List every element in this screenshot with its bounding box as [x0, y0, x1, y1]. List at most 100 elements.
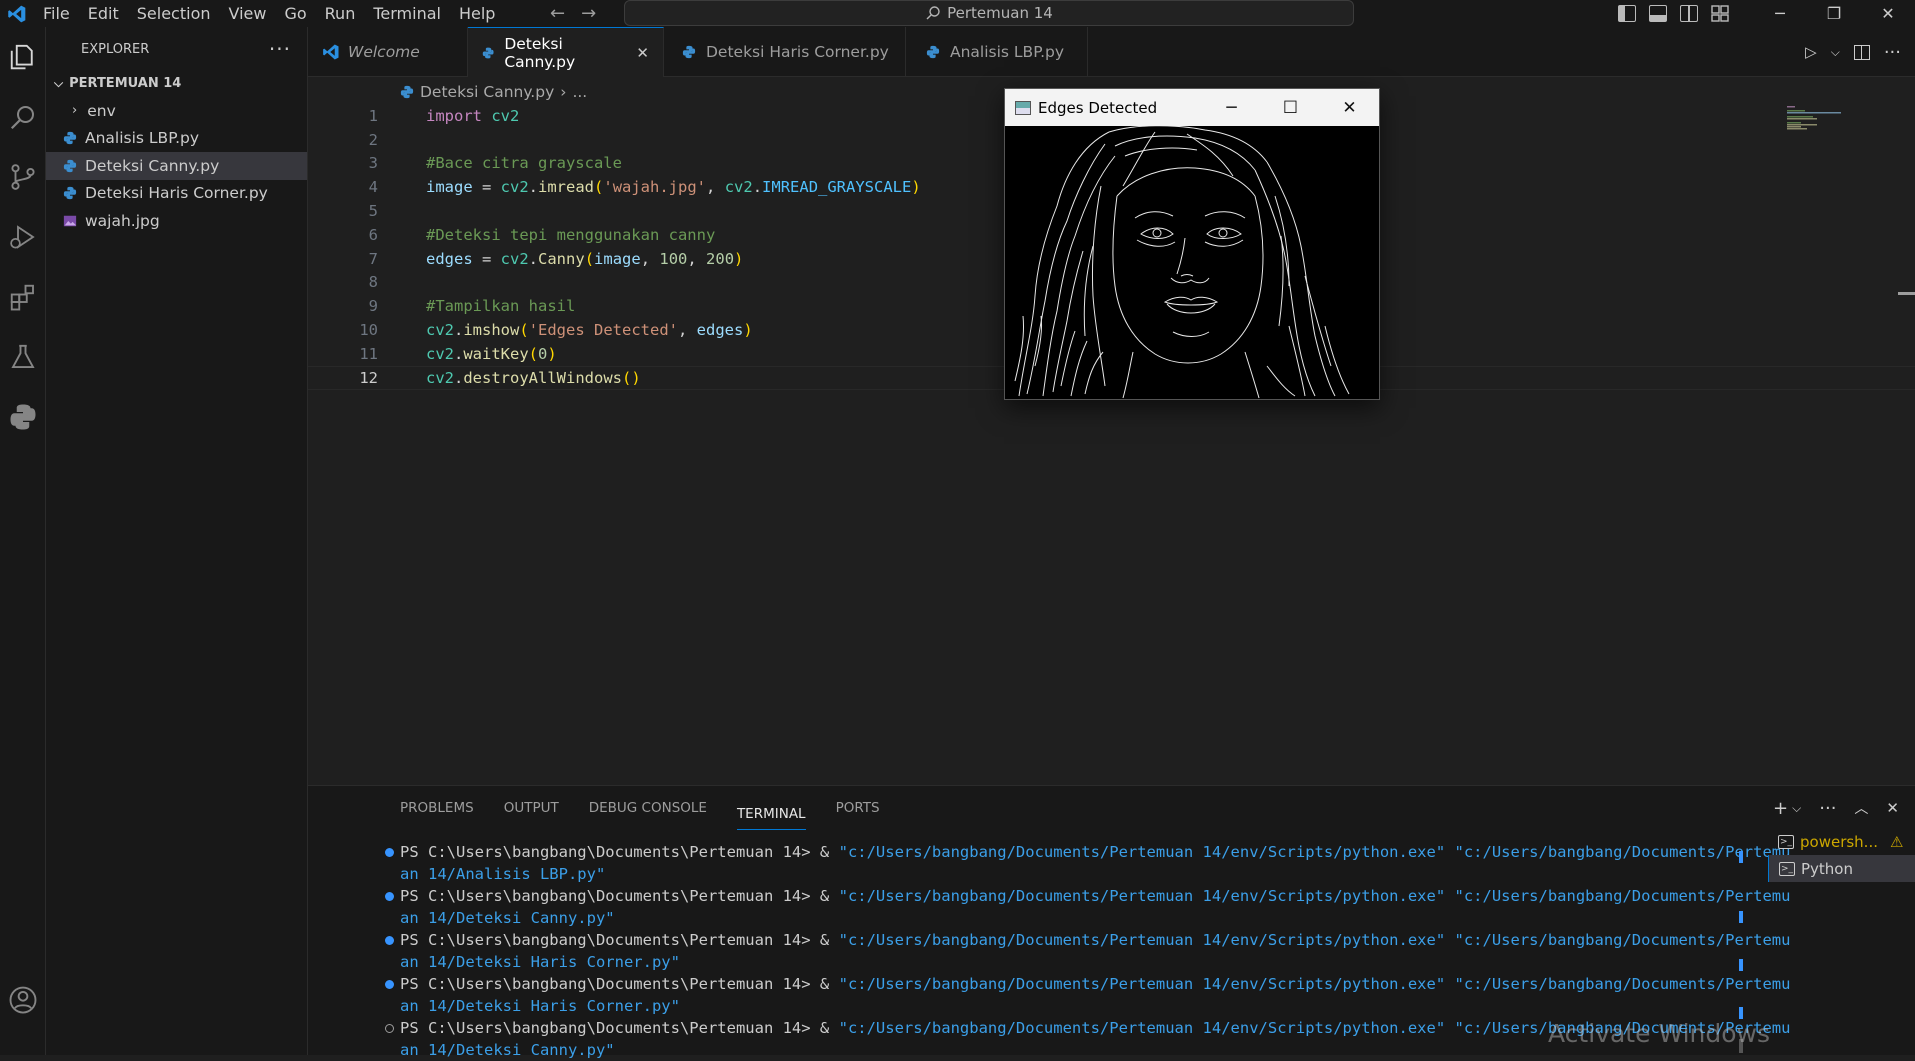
command-center-search[interactable]: Pertemuan 14: [624, 0, 1354, 26]
explorer-icon[interactable]: [0, 27, 46, 87]
tree-item-analisis-lbp[interactable]: Analisis LBP.py: [46, 125, 307, 153]
python-extension-icon[interactable]: [0, 387, 46, 447]
number-literal: 0: [538, 344, 548, 363]
tree-item-env[interactable]: › env: [46, 97, 307, 125]
terminal-command: "c:/Users/bangbang/Documents/Pertemuan 1…: [838, 931, 1791, 949]
tab-deteksi-haris[interactable]: Deteksi Haris Corner.py: [664, 27, 906, 77]
toggle-secondary-sidebar-icon[interactable]: [1680, 5, 1698, 22]
terminal-line: an 14/Deteksi Haris Corner.py": [400, 953, 680, 971]
search-activity-icon[interactable]: [0, 87, 46, 147]
tree-item-deteksi-canny[interactable]: Deteksi Canny.py: [46, 152, 307, 180]
variable: image: [426, 178, 473, 197]
explorer-sidebar: EXPLORER ··· ⌵ PERTEMUAN 14 › env Analis…: [46, 27, 308, 1055]
tab-welcome[interactable]: Welcome: [308, 27, 468, 77]
tab-output[interactable]: OUTPUT: [504, 786, 559, 830]
minimap[interactable]: [1785, 104, 1845, 144]
variable: edges: [426, 249, 473, 268]
terminal-line: PS C:\Users\bangbang\Documents\Pertemuan…: [308, 929, 1790, 951]
terminal-label: powersh...: [1800, 832, 1878, 851]
menu-view[interactable]: View: [220, 0, 276, 27]
tab-deteksi-canny[interactable]: Deteksi Canny.py ✕: [468, 27, 664, 77]
tab-analisis-lbp[interactable]: Analisis LBP.py: [906, 27, 1088, 77]
menu-edit[interactable]: Edit: [79, 0, 128, 27]
cv-maximize-button[interactable]: ☐: [1261, 98, 1320, 118]
close-tab-icon[interactable]: ✕: [636, 44, 649, 62]
maximize-panel-icon[interactable]: ︿: [1854, 798, 1868, 818]
function-name: destroyAllWindows: [463, 368, 622, 387]
terminal-prompt: PS C:\Users\bangbang\Documents\Pertemuan…: [400, 1019, 839, 1037]
terminal-line: an 14/Analisis LBP.py": [400, 865, 606, 883]
new-terminal-icon[interactable]: +: [1773, 798, 1788, 819]
terminal-prompt: PS C:\Users\bangbang\Documents\Pertemuan…: [400, 931, 839, 949]
close-panel-icon[interactable]: ✕: [1886, 799, 1899, 817]
line-number: 5: [368, 202, 378, 221]
command-center-label: Pertemuan 14: [947, 4, 1053, 22]
back-arrow-icon[interactable]: ←: [550, 3, 565, 24]
menu-go[interactable]: Go: [275, 0, 315, 27]
terminal-line: an 14/Deteksi Haris Corner.py": [400, 997, 680, 1015]
run-debug-icon[interactable]: [0, 207, 46, 267]
tab-problems[interactable]: PROBLEMS: [400, 786, 474, 830]
explorer-title: EXPLORER: [81, 41, 150, 57]
code-comment: #Bace citra grayscale: [426, 154, 622, 173]
cv-window-titlebar[interactable]: Edges Detected ─ ☐ ✕: [1005, 89, 1379, 126]
title-bar: File Edit Selection View Go Run Terminal…: [0, 0, 1915, 27]
menu-file[interactable]: File: [34, 0, 79, 27]
cv-close-button[interactable]: ✕: [1320, 98, 1379, 118]
folder-header[interactable]: ⌵ PERTEMUAN 14: [46, 71, 307, 95]
constant: IMREAD_GRAYSCALE: [762, 178, 912, 197]
terminal-output[interactable]: PS C:\Users\bangbang\Documents\Pertemuan…: [308, 841, 1790, 1061]
forward-arrow-icon[interactable]: →: [581, 3, 596, 24]
command-success-dot-icon: [385, 848, 394, 857]
menu-selection[interactable]: Selection: [128, 0, 220, 27]
function-name: imread: [538, 178, 595, 197]
tree-item-deteksi-haris[interactable]: Deteksi Haris Corner.py: [46, 180, 307, 208]
terminal-item-powershell[interactable]: >_ powersh... ⚠: [1768, 828, 1915, 855]
tree-item-wajah[interactable]: wajah.jpg: [46, 207, 307, 235]
breadcrumb: Deteksi Canny.py › ...: [308, 80, 587, 104]
argument: edges: [696, 321, 744, 340]
split-editor-icon[interactable]: [1853, 44, 1870, 60]
run-dropdown-chevron-icon[interactable]: ⌵: [1831, 45, 1840, 60]
terminal-label: Python: [1801, 859, 1853, 878]
more-actions-icon[interactable]: ···: [269, 37, 291, 61]
edges-detected-window[interactable]: Edges Detected ─ ☐ ✕: [1004, 88, 1380, 400]
tab-label: Analisis LBP.py: [950, 43, 1065, 61]
menu-help[interactable]: Help: [450, 0, 504, 27]
source-control-icon[interactable]: [0, 147, 46, 207]
terminal-command: "c:/Users/bangbang/Documents/Pertemuan 1…: [838, 887, 1791, 905]
close-window-button[interactable]: ✕: [1861, 0, 1915, 27]
toggle-panel-icon[interactable]: [1649, 5, 1667, 22]
more-actions-icon[interactable]: ···: [1819, 798, 1836, 819]
function-name: imshow: [463, 321, 520, 340]
terminal-dropdown-icon[interactable]: ⌵: [1792, 801, 1801, 816]
python-file-icon: [926, 45, 940, 59]
code-comment: #Deteksi tepi menggunakan canny: [426, 225, 716, 244]
terminal-line: PS C:\Users\bangbang\Documents\Pertemuan…: [308, 973, 1790, 995]
terminal-line: PS C:\Users\bangbang\Documents\Pertemuan…: [308, 841, 1790, 863]
tab-ports[interactable]: PORTS: [836, 786, 880, 830]
vscode-logo-icon: [0, 0, 34, 27]
restore-button[interactable]: ❐: [1807, 0, 1861, 27]
command-success-dot-icon: [385, 892, 394, 901]
scrollbar-position-marker[interactable]: [1898, 292, 1915, 295]
module-name: cv2: [724, 178, 753, 197]
explorer-header: EXPLORER ···: [46, 27, 307, 71]
customize-layout-icon[interactable]: [1711, 5, 1729, 22]
extensions-icon[interactable]: [0, 267, 46, 327]
breadcrumb-more[interactable]: ...: [572, 83, 587, 101]
menu-terminal[interactable]: Terminal: [364, 0, 450, 27]
line-number: 3: [368, 154, 378, 173]
account-icon[interactable]: [0, 970, 46, 1030]
minimize-button[interactable]: ─: [1753, 0, 1807, 27]
testing-flask-icon[interactable]: [0, 327, 46, 387]
tab-debug-console[interactable]: DEBUG CONSOLE: [589, 786, 707, 830]
tab-terminal[interactable]: TERMINAL: [736, 800, 806, 830]
run-python-file-icon[interactable]: ▷: [1805, 43, 1817, 61]
terminal-item-python[interactable]: >_ Python: [1768, 855, 1915, 882]
menu-run[interactable]: Run: [316, 0, 365, 27]
more-actions-icon[interactable]: ···: [1884, 42, 1901, 63]
breadcrumb-file[interactable]: Deteksi Canny.py: [420, 83, 554, 101]
cv-minimize-button[interactable]: ─: [1202, 98, 1261, 118]
toggle-primary-sidebar-icon[interactable]: [1618, 5, 1636, 22]
